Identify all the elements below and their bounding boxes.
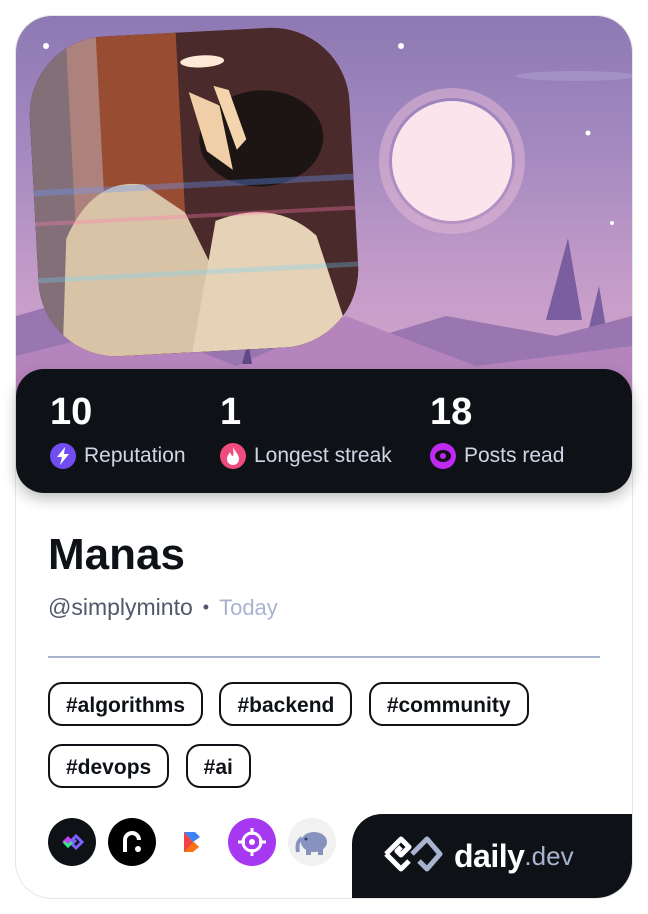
reputation-label: Reputation (84, 444, 186, 467)
daily-dev-source-icon[interactable] (48, 818, 96, 866)
streak-label: Longest streak (254, 444, 392, 467)
posts-read-value: 18 (430, 391, 473, 433)
tag-list: #algorithms #backend #community #devops … (48, 682, 608, 806)
stat-longest-streak: 1 Longest streak (220, 389, 392, 469)
bolt-icon (50, 443, 76, 469)
profile-meta: @simplyminto • Today (48, 594, 278, 621)
reputation-value: 10 (50, 391, 93, 433)
stat-reputation: 10 Reputation (50, 389, 186, 469)
daily-dev-logo-icon (382, 835, 444, 878)
tag-chip[interactable]: #community (368, 682, 529, 726)
b-source-icon[interactable] (168, 818, 216, 866)
avatar (25, 23, 363, 361)
php-elephant-source-icon[interactable] (288, 818, 336, 866)
source-list (48, 818, 348, 866)
stat-posts-read: 18 Posts read (430, 389, 564, 469)
divider (48, 656, 600, 658)
hero-banner (16, 16, 632, 416)
profile-date: Today (219, 594, 278, 620)
stats-panel: 10 Reputation 1 Longest streak 18 Posts … (16, 369, 632, 493)
daily-dev-brand: daily .dev (352, 814, 632, 898)
r-source-icon[interactable] (108, 818, 156, 866)
profile-handle[interactable]: @simplyminto (48, 594, 193, 621)
eye-icon (430, 443, 456, 469)
brand-name: daily (454, 837, 525, 874)
brand-suffix: .dev (524, 840, 574, 871)
flame-icon (220, 443, 246, 469)
target-source-icon[interactable] (228, 818, 276, 866)
avatar-photo (25, 23, 363, 361)
meta-separator: • (202, 597, 210, 617)
tag-chip[interactable]: #devops (48, 744, 170, 788)
tag-chip[interactable]: #ai (185, 744, 251, 788)
profile-name: Manas (48, 530, 185, 579)
posts-read-label: Posts read (464, 444, 565, 467)
streak-value: 1 (220, 391, 242, 433)
tag-chip[interactable]: #backend (219, 682, 353, 726)
tag-chip[interactable]: #algorithms (48, 682, 204, 726)
